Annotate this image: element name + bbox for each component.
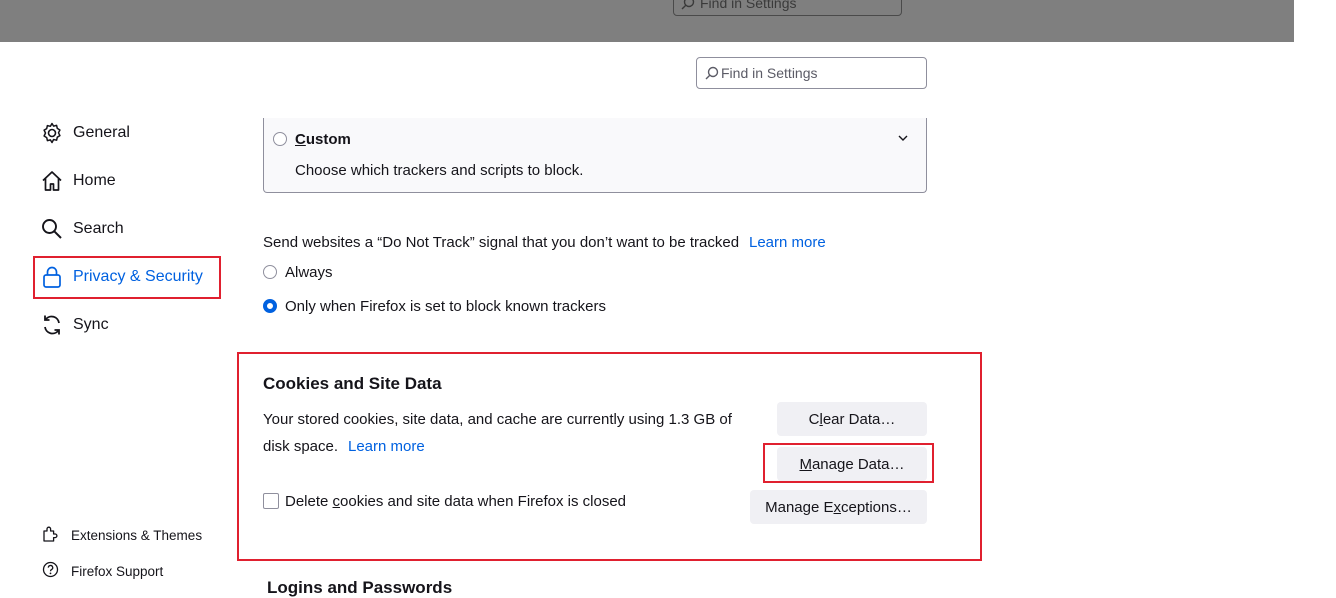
dnt-learn-more-link[interactable]: Learn more xyxy=(749,234,826,251)
find-in-settings-input[interactable] xyxy=(721,58,921,88)
cookies-usage-text: Your stored cookies, site data, and cach… xyxy=(263,411,732,428)
logins-passwords-section-title: Logins and Passwords xyxy=(267,578,453,597)
puzzle-icon xyxy=(42,525,59,546)
delete-cookies-on-close-label: Delete cookies and site data when Firefo… xyxy=(285,493,627,510)
find-in-settings-box[interactable] xyxy=(696,57,927,89)
magnifier-icon xyxy=(40,217,64,241)
search-icon xyxy=(681,0,695,10)
custom-protection-card xyxy=(263,118,927,193)
ghost-search-text: Find in Settings xyxy=(700,0,797,11)
custom-protection-description: Choose which trackers and scripts to blo… xyxy=(295,162,584,179)
dimmed-header-overlay: Find in Settings xyxy=(0,0,1294,42)
dnt-only-when-blocking-radio[interactable] xyxy=(263,299,277,313)
chevron-down-icon[interactable] xyxy=(896,131,910,145)
home-icon xyxy=(40,169,64,193)
sidebar-item-label: Search xyxy=(73,220,124,237)
sidebar-item-sync[interactable]: Sync xyxy=(40,313,109,337)
cookies-learn-more-link[interactable]: Learn more xyxy=(348,438,425,455)
sidebar-footer-extensions-themes[interactable]: Extensions & Themes xyxy=(42,525,202,545)
dnt-only-when-blocking-label: Only when Firefox is set to block known … xyxy=(285,298,606,315)
sidebar-item-label: General xyxy=(73,124,130,141)
sidebar-item-home[interactable]: Home xyxy=(40,169,116,193)
sync-icon xyxy=(40,313,64,337)
custom-protection-title: Custom xyxy=(295,131,351,148)
sidebar-footer-firefox-support[interactable]: Firefox Support xyxy=(42,561,163,581)
help-icon xyxy=(42,561,59,582)
dnt-always-radio[interactable] xyxy=(263,265,277,279)
dnt-always-label: Always xyxy=(285,264,333,281)
gear-icon xyxy=(40,121,64,145)
highlight-frame-manage-data xyxy=(763,443,934,483)
cookies-section-title: Cookies and Site Data xyxy=(263,374,442,393)
dnt-description: Send websites a “Do Not Track” signal th… xyxy=(263,234,740,251)
cookies-usage-text-cont: disk space. xyxy=(263,438,339,455)
ghost-search-box: Find in Settings xyxy=(673,0,902,16)
sidebar-item-label: Home xyxy=(73,172,116,189)
manage-exceptions-button[interactable]: Manage Exceptions… xyxy=(750,490,927,524)
clear-data-button[interactable]: Clear Data… xyxy=(777,402,927,436)
search-icon xyxy=(705,66,719,80)
sidebar-footer-label: Extensions & Themes xyxy=(71,527,203,543)
custom-protection-radio[interactable] xyxy=(273,132,287,146)
sidebar-footer-label: Firefox Support xyxy=(71,563,164,579)
delete-cookies-on-close-checkbox[interactable] xyxy=(263,493,279,509)
sidebar-item-general[interactable]: General xyxy=(40,121,130,145)
sidebar-item-search[interactable]: Search xyxy=(40,217,124,241)
highlight-frame-privacy xyxy=(33,256,221,299)
sidebar-item-label: Sync xyxy=(73,316,109,333)
